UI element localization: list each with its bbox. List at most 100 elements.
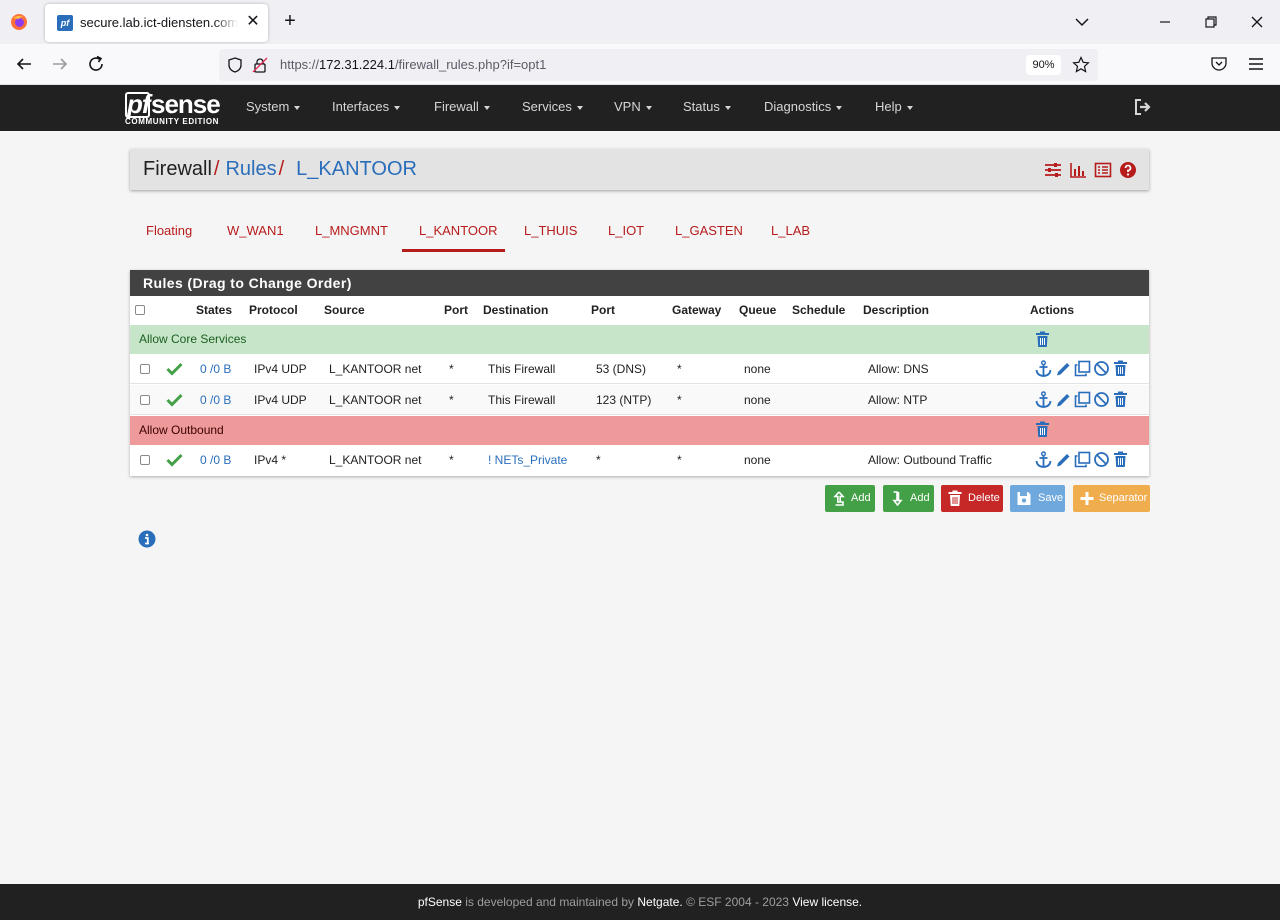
logout-icon[interactable] (1133, 97, 1153, 117)
caret-down-icon (394, 105, 401, 110)
trash-icon[interactable] (1034, 421, 1051, 438)
queue-cell: none (744, 362, 771, 376)
url-prefix: https:// (280, 57, 320, 72)
anchor-icon[interactable] (1035, 451, 1052, 468)
states-link[interactable]: 0 /0 B (200, 393, 231, 407)
breadcrumb-current-link[interactable]: L_KANTOOR (296, 158, 417, 180)
check-icon[interactable] (166, 362, 183, 376)
edit-pencil-icon[interactable] (1055, 360, 1072, 377)
queue-cell: none (744, 393, 771, 407)
bookmark-star-icon[interactable] (1072, 56, 1090, 74)
table-row[interactable]: 0 /0 B IPv4 * L_KANTOOR net * ! NETs_Pri… (130, 445, 1149, 475)
separator-row[interactable]: Allow Core Services (130, 325, 1149, 354)
row-checkbox[interactable] (140, 364, 150, 374)
disable-ban-icon[interactable] (1093, 451, 1110, 468)
menu-interfaces[interactable]: Interfaces (332, 99, 401, 114)
check-icon[interactable] (166, 453, 183, 467)
restore-icon[interactable] (1201, 12, 1221, 32)
url-bar[interactable]: https://172.31.224.1/firewall_rules.php?… (219, 49, 1098, 81)
url-text[interactable]: https://172.31.224.1/firewall_rules.php?… (280, 57, 546, 72)
row-checkbox[interactable] (140, 455, 150, 465)
trash-icon[interactable] (1112, 391, 1129, 408)
destination-alias-link[interactable]: ! NETs_Private (488, 453, 567, 467)
menu-diagnostics[interactable]: Diagnostics (764, 99, 843, 114)
separator-row[interactable]: Allow Outbound (130, 416, 1149, 445)
zoom-level-button[interactable]: 90% (1026, 55, 1061, 75)
url-host: 172.31.224.1 (319, 57, 395, 72)
copy-icon[interactable] (1074, 360, 1091, 377)
edit-pencil-icon[interactable] (1055, 391, 1072, 408)
menu-system[interactable]: System (246, 99, 301, 114)
tab-l-gasten[interactable]: L_GASTEN (675, 223, 743, 238)
window-close-icon[interactable] (1247, 12, 1267, 32)
trash-icon[interactable] (1112, 360, 1129, 377)
table-row[interactable]: 0 /0 B IPv4 UDP L_KANTOOR net * This Fir… (130, 354, 1149, 384)
bar-chart-icon[interactable] (1069, 161, 1087, 179)
info-icon[interactable] (138, 530, 156, 548)
menu-status[interactable]: Status (683, 99, 731, 114)
edit-pencil-icon[interactable] (1055, 451, 1072, 468)
breadcrumb-rules-link[interactable]: Rules (225, 158, 276, 180)
caret-down-icon (483, 105, 490, 110)
insecure-lock-icon[interactable] (252, 57, 268, 73)
rules-panel-title: Rules (Drag to Change Order) (130, 270, 1149, 296)
anchor-icon[interactable] (1035, 391, 1052, 408)
select-all-checkbox[interactable] (135, 305, 145, 315)
copy-icon[interactable] (1074, 391, 1091, 408)
forward-icon[interactable] (49, 53, 71, 75)
tab-l-thuis[interactable]: L_THUIS (524, 223, 577, 238)
pocket-icon[interactable] (1210, 55, 1228, 73)
tab-l-lab[interactable]: L_LAB (771, 223, 810, 238)
trash-icon[interactable] (1034, 331, 1051, 348)
delete-selected-button[interactable]: Delete (941, 485, 1003, 512)
sliders-icon[interactable] (1044, 161, 1062, 179)
browser-tab-active[interactable]: pf secure.lab.ict-diensten.com - Firewal… (45, 4, 268, 42)
trash-icon[interactable] (1112, 451, 1129, 468)
description-cell: Allow: DNS (868, 362, 929, 376)
menu-services[interactable]: Services (522, 99, 583, 114)
col-states: States (196, 303, 233, 317)
caret-down-icon (294, 105, 301, 110)
table-row[interactable]: 0 /0 B IPv4 UDP L_KANTOOR net * This Fir… (130, 385, 1149, 415)
footer-license-link[interactable]: View license. (792, 895, 862, 909)
minimize-icon[interactable] (1155, 12, 1175, 32)
save-floppy-icon (1017, 492, 1031, 505)
tab-close-icon[interactable]: ✕ (245, 13, 261, 31)
app-menu-icon[interactable] (1247, 55, 1265, 73)
add-rule-bottom-button[interactable]: Add (883, 485, 934, 512)
caret-down-icon (724, 105, 731, 110)
tab-w-wan1[interactable]: W_WAN1 (227, 223, 284, 238)
check-icon[interactable] (166, 393, 183, 407)
help-question-icon[interactable] (1119, 161, 1137, 179)
row-checkbox[interactable] (140, 395, 150, 405)
menu-help[interactable]: Help (875, 99, 913, 114)
disable-ban-icon[interactable] (1093, 391, 1110, 408)
footer-company-link[interactable]: Netgate. (637, 895, 682, 909)
tracking-protection-icon[interactable] (227, 57, 243, 73)
list-all-tabs-icon[interactable] (1072, 12, 1092, 32)
firefox-icon[interactable] (10, 13, 28, 31)
pfsense-navbar: pf sense COMMUNITY EDITION System Interf… (0, 85, 1280, 131)
reload-icon[interactable] (85, 53, 107, 75)
menu-firewall[interactable]: Firewall (434, 99, 490, 114)
new-tab-icon[interactable]: + (280, 11, 300, 33)
pfsense-logo[interactable]: pf sense COMMUNITY EDITION (125, 89, 225, 129)
save-button[interactable]: Save (1010, 485, 1065, 512)
add-separator-button[interactable]: Separator (1073, 485, 1150, 512)
anchor-icon[interactable] (1035, 360, 1052, 377)
add-rule-top-button[interactable]: Add (825, 485, 875, 512)
menu-vpn[interactable]: VPN (614, 99, 652, 114)
tab-l-mngmnt[interactable]: L_MNGMNT (315, 223, 388, 238)
tab-l-kantoor[interactable]: L_KANTOOR (419, 223, 498, 238)
tab-floating[interactable]: Floating (146, 223, 192, 238)
copy-icon[interactable] (1074, 451, 1091, 468)
protocol-cell: IPv4 * (254, 453, 287, 467)
states-link[interactable]: 0 /0 B (200, 453, 231, 467)
tab-l-iot[interactable]: L_IOT (608, 223, 644, 238)
dst-port-cell: 53 (DNS) (596, 362, 647, 376)
back-icon[interactable] (13, 53, 35, 75)
log-list-icon[interactable] (1094, 161, 1112, 179)
active-tab-indicator (402, 249, 505, 252)
states-link[interactable]: 0 /0 B (200, 362, 231, 376)
disable-ban-icon[interactable] (1093, 360, 1110, 377)
